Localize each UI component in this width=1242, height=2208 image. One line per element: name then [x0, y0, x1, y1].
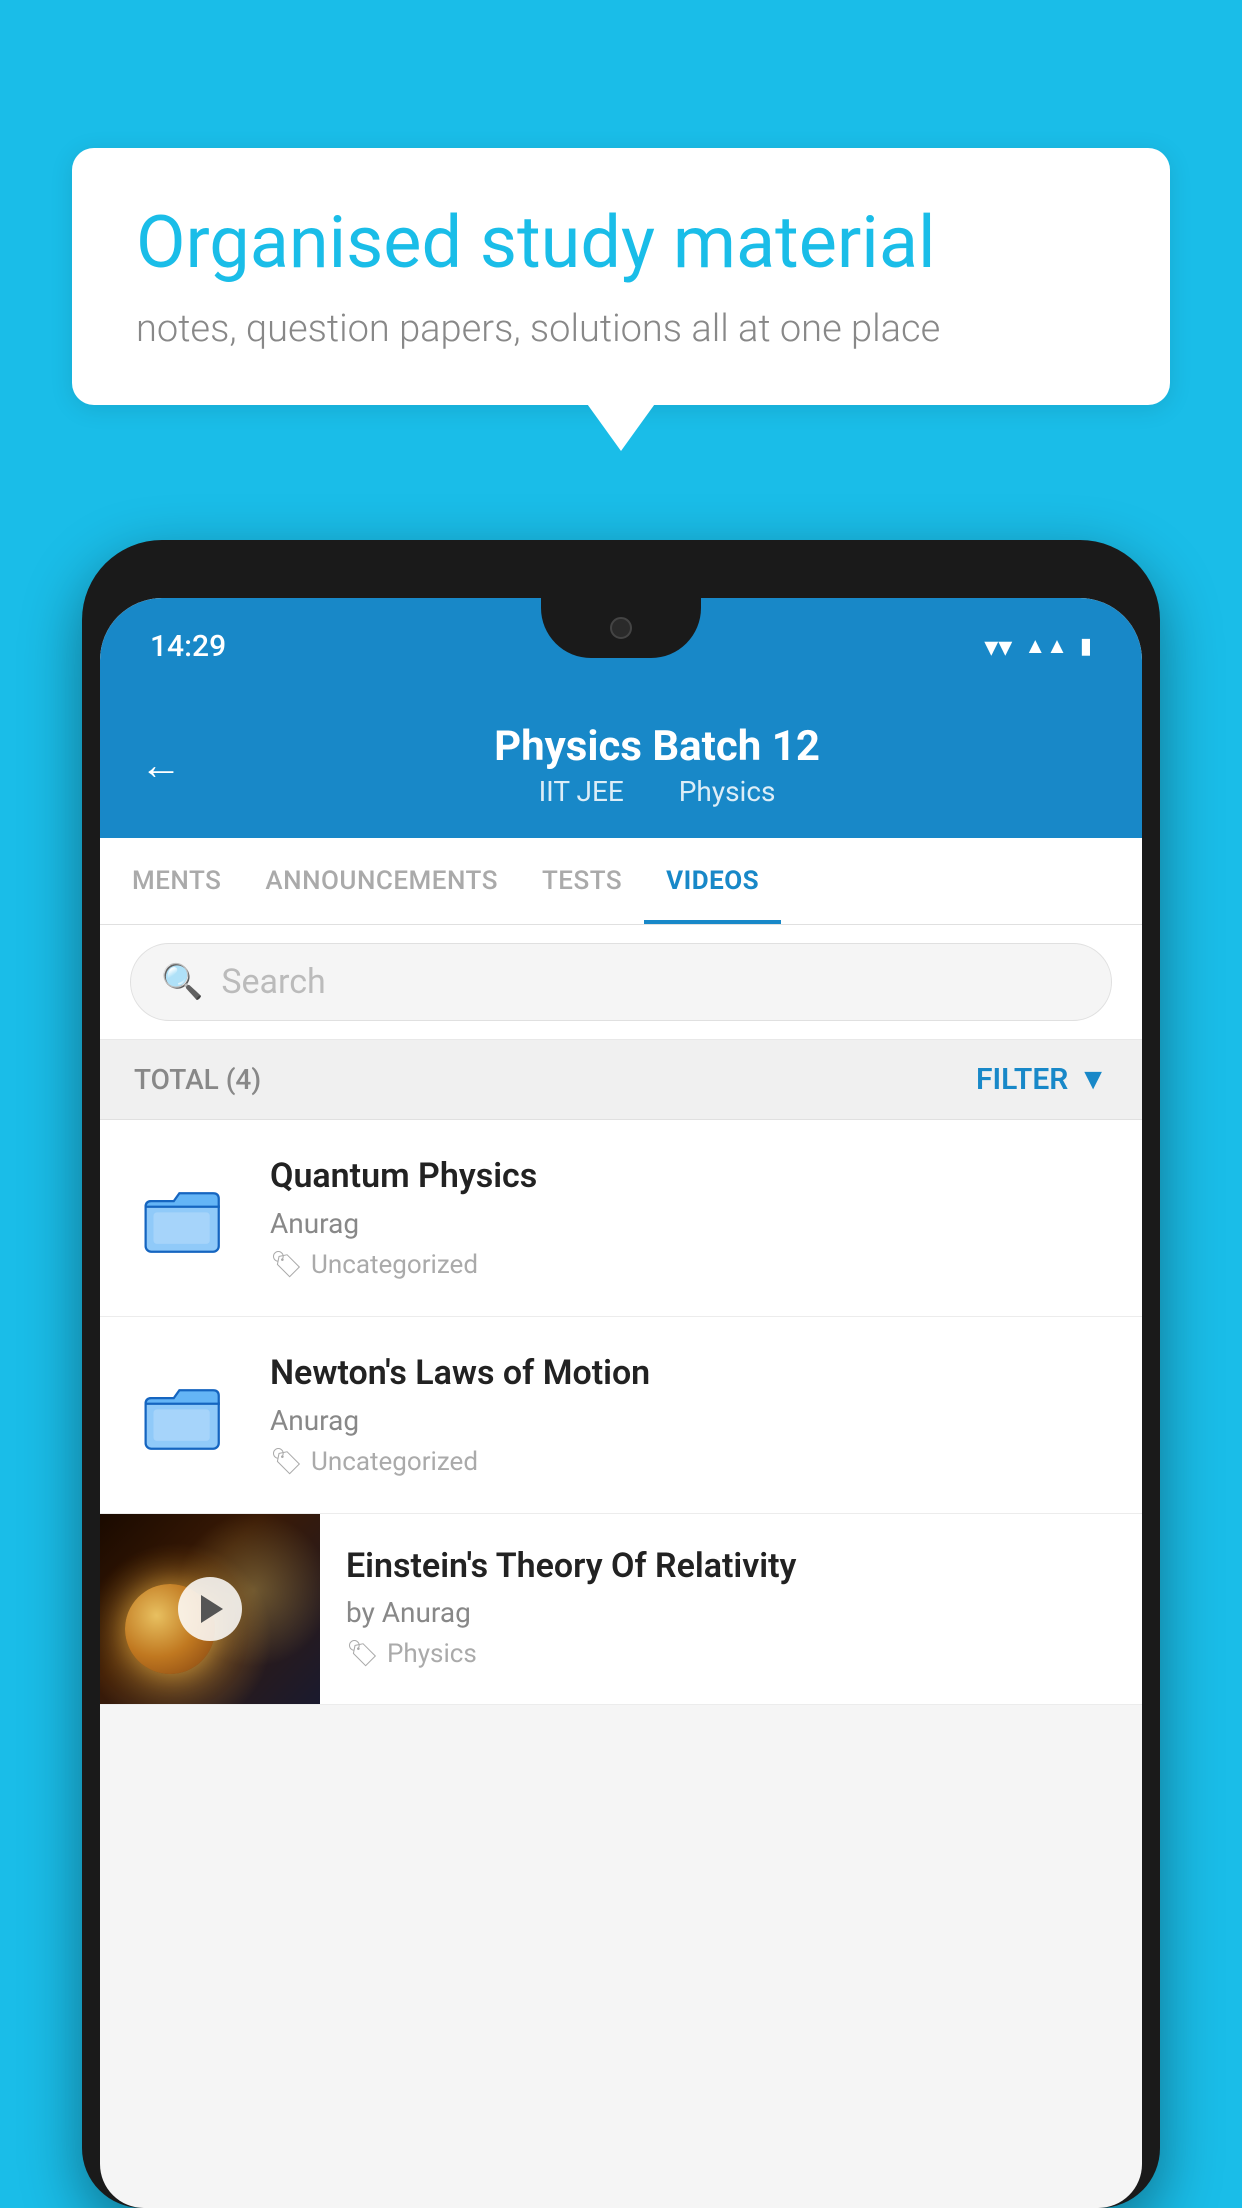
- list-item[interactable]: Quantum Physics Anurag 🏷 Uncategorized: [100, 1120, 1142, 1317]
- phone-frame: 14:29 ▾▾ ▲▲ ▮ ← Physics Batch 12 IIT JEE…: [82, 540, 1160, 2208]
- folder-icon: [140, 1173, 230, 1263]
- speech-bubble-subtitle: notes, question papers, solutions all at…: [136, 307, 1106, 351]
- back-button[interactable]: ←: [140, 741, 182, 790]
- tab-tests[interactable]: TESTS: [520, 838, 644, 924]
- search-placeholder: Search: [221, 962, 325, 1002]
- signal-icon: ▲▲: [1024, 633, 1068, 659]
- tag-icon-1: 🏷: [270, 1250, 303, 1280]
- video-title-3: Einstein's Theory Of Relativity: [346, 1546, 1116, 1587]
- video-tag-3: 🏷 Physics: [346, 1639, 1116, 1669]
- list-item[interactable]: Newton's Laws of Motion Anurag 🏷 Uncateg…: [100, 1317, 1142, 1514]
- video-tag-1: 🏷 Uncategorized: [270, 1250, 1112, 1280]
- filter-icon: ▼: [1078, 1062, 1108, 1097]
- video-author-2: Anurag: [270, 1404, 1112, 1437]
- speech-bubble-container: Organised study material notes, question…: [72, 148, 1170, 405]
- status-bar: 14:29 ▾▾ ▲▲ ▮: [100, 598, 1142, 694]
- video-list: Quantum Physics Anurag 🏷 Uncategorized: [100, 1120, 1142, 1705]
- video-title-2: Newton's Laws of Motion: [270, 1353, 1112, 1394]
- tabs-bar: MENTS ANNOUNCEMENTS TESTS VIDEOS: [100, 838, 1142, 925]
- tag-icon-3: 🏷: [346, 1639, 379, 1669]
- speech-bubble: Organised study material notes, question…: [72, 148, 1170, 405]
- camera-dot: [610, 617, 632, 639]
- header-subtitle-iit: IIT JEE: [539, 775, 624, 808]
- header-sub-title: IIT JEE Physics: [212, 775, 1102, 808]
- search-bar[interactable]: 🔍 Search: [130, 943, 1112, 1021]
- phone-screen: 14:29 ▾▾ ▲▲ ▮ ← Physics Batch 12 IIT JEE…: [100, 598, 1142, 2208]
- tag-icon-2: 🏷: [270, 1447, 303, 1477]
- status-icons: ▾▾ ▲▲ ▮: [984, 630, 1092, 663]
- header-main-title: Physics Batch 12: [212, 722, 1102, 771]
- video-info-3: Einstein's Theory Of Relativity by Anura…: [320, 1514, 1142, 1702]
- folder-icon-2: [140, 1370, 230, 1460]
- filter-bar: TOTAL (4) FILTER ▼: [100, 1040, 1142, 1120]
- search-container: 🔍 Search: [100, 925, 1142, 1040]
- video-thumbnail-1: [130, 1163, 240, 1273]
- list-item[interactable]: Einstein's Theory Of Relativity by Anura…: [100, 1514, 1142, 1705]
- tab-announcements[interactable]: ANNOUNCEMENTS: [243, 838, 520, 924]
- header-subtitle-physics: Physics: [679, 775, 776, 808]
- status-time: 14:29: [150, 629, 226, 664]
- header-title-area: Physics Batch 12 IIT JEE Physics: [212, 722, 1102, 808]
- video-author-1: Anurag: [270, 1207, 1112, 1240]
- app-header: ← Physics Batch 12 IIT JEE Physics: [100, 694, 1142, 838]
- battery-icon: ▮: [1080, 634, 1092, 659]
- filter-button[interactable]: FILTER ▼: [976, 1062, 1108, 1097]
- video-thumbnail-2: [130, 1360, 240, 1470]
- video-info-2: Newton's Laws of Motion Anurag 🏷 Uncateg…: [270, 1353, 1112, 1477]
- filter-label: FILTER: [976, 1062, 1068, 1097]
- video-thumbnail-3: [100, 1514, 320, 1704]
- video-author-3: by Anurag: [346, 1596, 1116, 1629]
- video-info-1: Quantum Physics Anurag 🏷 Uncategorized: [270, 1156, 1112, 1280]
- total-count: TOTAL (4): [134, 1063, 261, 1096]
- wifi-icon: ▾▾: [984, 630, 1012, 663]
- speech-bubble-title: Organised study material: [136, 202, 1106, 285]
- play-button[interactable]: [178, 1577, 242, 1641]
- notch-cutout: [541, 598, 701, 658]
- search-icon: 🔍: [161, 962, 203, 1002]
- video-tag-2: 🏷 Uncategorized: [270, 1447, 1112, 1477]
- tab-videos[interactable]: VIDEOS: [644, 838, 781, 924]
- video-title-1: Quantum Physics: [270, 1156, 1112, 1197]
- play-triangle-icon: [201, 1595, 223, 1623]
- tab-ments[interactable]: MENTS: [110, 838, 243, 924]
